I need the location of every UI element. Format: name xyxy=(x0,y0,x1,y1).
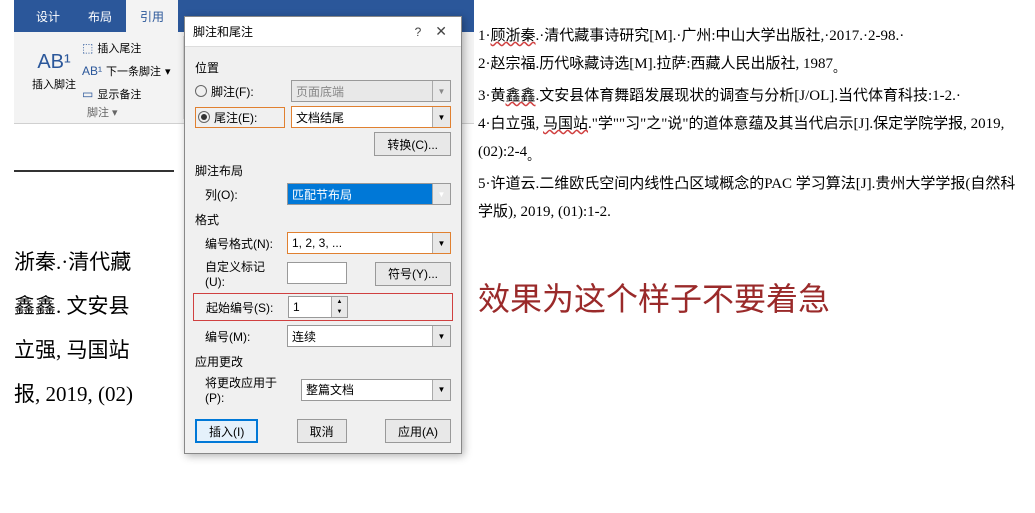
chevron-down-icon: ▼ xyxy=(432,107,450,127)
apply-to-select[interactable]: 整篇文档▼ xyxy=(301,379,451,401)
dialog-launcher-icon[interactable]: ▾ xyxy=(112,107,118,119)
dialog-title: 脚注和尾注 xyxy=(193,23,407,40)
apply-button[interactable]: 应用(A) xyxy=(385,419,451,443)
chevron-down-icon: ▼ xyxy=(432,184,450,204)
result-caption: 效果为这个样子不要着急 xyxy=(478,274,830,320)
section-layout: 脚注布局 xyxy=(195,162,451,179)
ref-item: 3·黄鑫鑫.文安县体育舞蹈发展现状的调查与分析[J/OL].当代体育科技:1-2… xyxy=(478,82,1023,110)
chevron-down-icon: ▾ xyxy=(165,65,171,78)
start-at-label: 起始编号(S): xyxy=(196,299,282,316)
chevron-down-icon: ▼ xyxy=(432,326,450,346)
section-position: 位置 xyxy=(195,59,451,76)
cancel-button[interactable]: 取消 xyxy=(297,419,347,443)
insert-button[interactable]: 插入(I) xyxy=(195,419,258,443)
section-apply: 应用更改 xyxy=(195,353,451,370)
next-footnote-button[interactable]: AB¹下一条脚注 ▾ xyxy=(78,61,175,81)
footnote-endnote-dialog: 脚注和尾注 ? ✕ 位置 脚注(F): 页面底端▼ 尾注(E): 文档结尾▼ 转… xyxy=(184,16,462,454)
number-format-label: 编号格式(N): xyxy=(195,235,281,252)
radio-icon xyxy=(198,111,210,123)
custom-mark-label: 自定义标记(U): xyxy=(195,258,281,289)
number-format-select[interactable]: 1, 2, 3, ...▼ xyxy=(287,232,451,254)
chevron-down-icon: ▼ xyxy=(432,380,450,400)
chevron-down-icon: ▼ xyxy=(432,233,450,253)
next-footnote-icon: AB¹ xyxy=(82,64,102,78)
numbering-select[interactable]: 连续▼ xyxy=(287,325,451,347)
document-background-text: 浙秦.·清代藏 鑫鑫. 文安县 立强, 马国站 报, 2019, (02) xyxy=(14,240,133,416)
help-button[interactable]: ? xyxy=(407,25,430,39)
section-format: 格式 xyxy=(195,211,451,228)
start-at-spinner[interactable]: 1 ▲▼ xyxy=(288,296,348,318)
symbol-button[interactable]: 符号(Y)... xyxy=(375,262,451,286)
apply-to-label: 将更改应用于(P): xyxy=(195,374,295,405)
footnote-location-select: 页面底端▼ xyxy=(291,80,451,102)
footnote-icon: AB¹ xyxy=(37,51,70,74)
insert-footnote-button[interactable]: AB¹ 插入脚注 xyxy=(30,38,78,104)
tab-design[interactable]: 设计 xyxy=(22,0,74,32)
ref-item: 4·白立强, 马国站."学""习"之"说"的道体意蕴及其当代启示[J].保定学院… xyxy=(478,110,1023,170)
tab-references[interactable]: 引用 xyxy=(126,0,178,32)
chevron-down-icon: ▼ xyxy=(432,81,450,101)
tab-layout[interactable]: 布局 xyxy=(74,0,126,32)
endnote-radio[interactable]: 尾注(E): xyxy=(195,107,285,128)
spin-down-icon[interactable]: ▼ xyxy=(332,307,347,317)
ref-item: 2·赵宗福.历代咏藏诗选[M].拉萨:西藏人民出版社, 1987。 xyxy=(478,50,1023,82)
endnote-icon: ⬚ xyxy=(82,41,93,55)
numbering-label: 编号(M): xyxy=(195,328,281,345)
column-select: 匹配节布局▼ xyxy=(287,183,451,205)
insert-endnote-button[interactable]: ⬚插入尾注 xyxy=(78,38,175,58)
ref-item: 5·许道云.二维欧氏空间内线性凸区域概念的PAC 学习算法[J].贵州大学学报(… xyxy=(478,170,1023,226)
ribbon-group-label: 脚注 ▾ xyxy=(30,104,175,120)
references-preview: 1·顾浙秦.·清代藏事诗研究[M].·广州:中山大学出版社,·2017.·2-9… xyxy=(478,22,1023,226)
show-notes-icon: ▭ xyxy=(82,87,93,101)
show-notes-button[interactable]: ▭显示备注 xyxy=(78,84,175,104)
ref-item: 1·顾浙秦.·清代藏事诗研究[M].·广州:中山大学出版社,·2017.·2-9… xyxy=(478,22,1023,50)
spin-up-icon[interactable]: ▲ xyxy=(332,297,347,307)
convert-button[interactable]: 转换(C)... xyxy=(374,132,451,156)
endnote-location-select[interactable]: 文档结尾▼ xyxy=(291,106,451,128)
footnote-radio[interactable]: 脚注(F): xyxy=(195,83,285,100)
column-label: 列(O): xyxy=(195,186,281,203)
radio-icon xyxy=(195,85,207,97)
ruler xyxy=(14,170,174,172)
close-button[interactable]: ✕ xyxy=(429,23,453,40)
custom-mark-input[interactable] xyxy=(287,262,347,284)
